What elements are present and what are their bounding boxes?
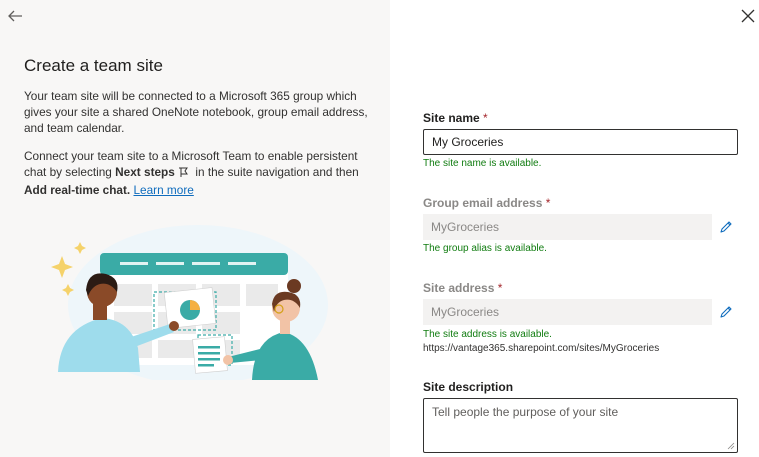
site-name-label: Site name * [423,111,488,125]
site-name-value: My Groceries [432,135,504,149]
resize-grip-icon[interactable] [727,442,735,450]
required-mark: * [545,196,551,210]
site-description-label: Site description [423,380,514,394]
arrow-left-icon [8,10,22,22]
page-title: Create a team site [24,56,163,75]
site-name-label-text: Site name [423,111,480,125]
site-description-textarea[interactable]: Tell people the purpose of your site [423,398,738,453]
info-panel: Create a team site Your team site will b… [0,0,390,457]
group-email-field: MyGroceries [423,214,712,240]
required-mark: * [483,111,488,125]
next-steps-label: Next steps [115,165,175,179]
site-address-status: The site address is available. [423,329,552,340]
group-email-label: Group email address * [423,196,550,210]
flag-icon [178,166,192,182]
back-button[interactable] [6,7,24,25]
connect-text-part: in the suite navigation and then [192,165,359,179]
team-illustration [51,225,328,380]
site-address-label: Site address * [423,281,502,295]
site-address-url: https://vantage365.sharepoint.com/sites/… [423,343,660,354]
intro-text: Your team site will be connected to a Mi… [24,89,368,135]
learn-more-link[interactable]: Learn more [133,183,193,197]
add-chat-label: Add real-time chat. [24,183,131,197]
pencil-icon [720,221,732,233]
site-address-field: MyGroceries [423,299,712,325]
site-name-status: The site name is available. [423,158,542,169]
site-address-value: MyGroceries [431,305,500,319]
group-email-status: The group alias is available. [423,243,547,254]
site-description-placeholder: Tell people the purpose of your site [432,405,619,419]
connect-text: Connect your team site to a Microsoft Te… [24,148,369,198]
site-address-label-text: Site address [423,281,495,295]
required-mark: * [497,281,503,295]
close-icon [741,9,755,23]
edit-group-email-button[interactable] [718,219,734,235]
close-button[interactable] [739,7,757,25]
group-email-label-text: Group email address [423,196,543,210]
group-email-value: MyGroceries [431,220,500,234]
edit-site-address-button[interactable] [718,304,734,320]
site-name-input[interactable]: My Groceries [423,129,738,155]
pencil-icon [720,306,732,318]
